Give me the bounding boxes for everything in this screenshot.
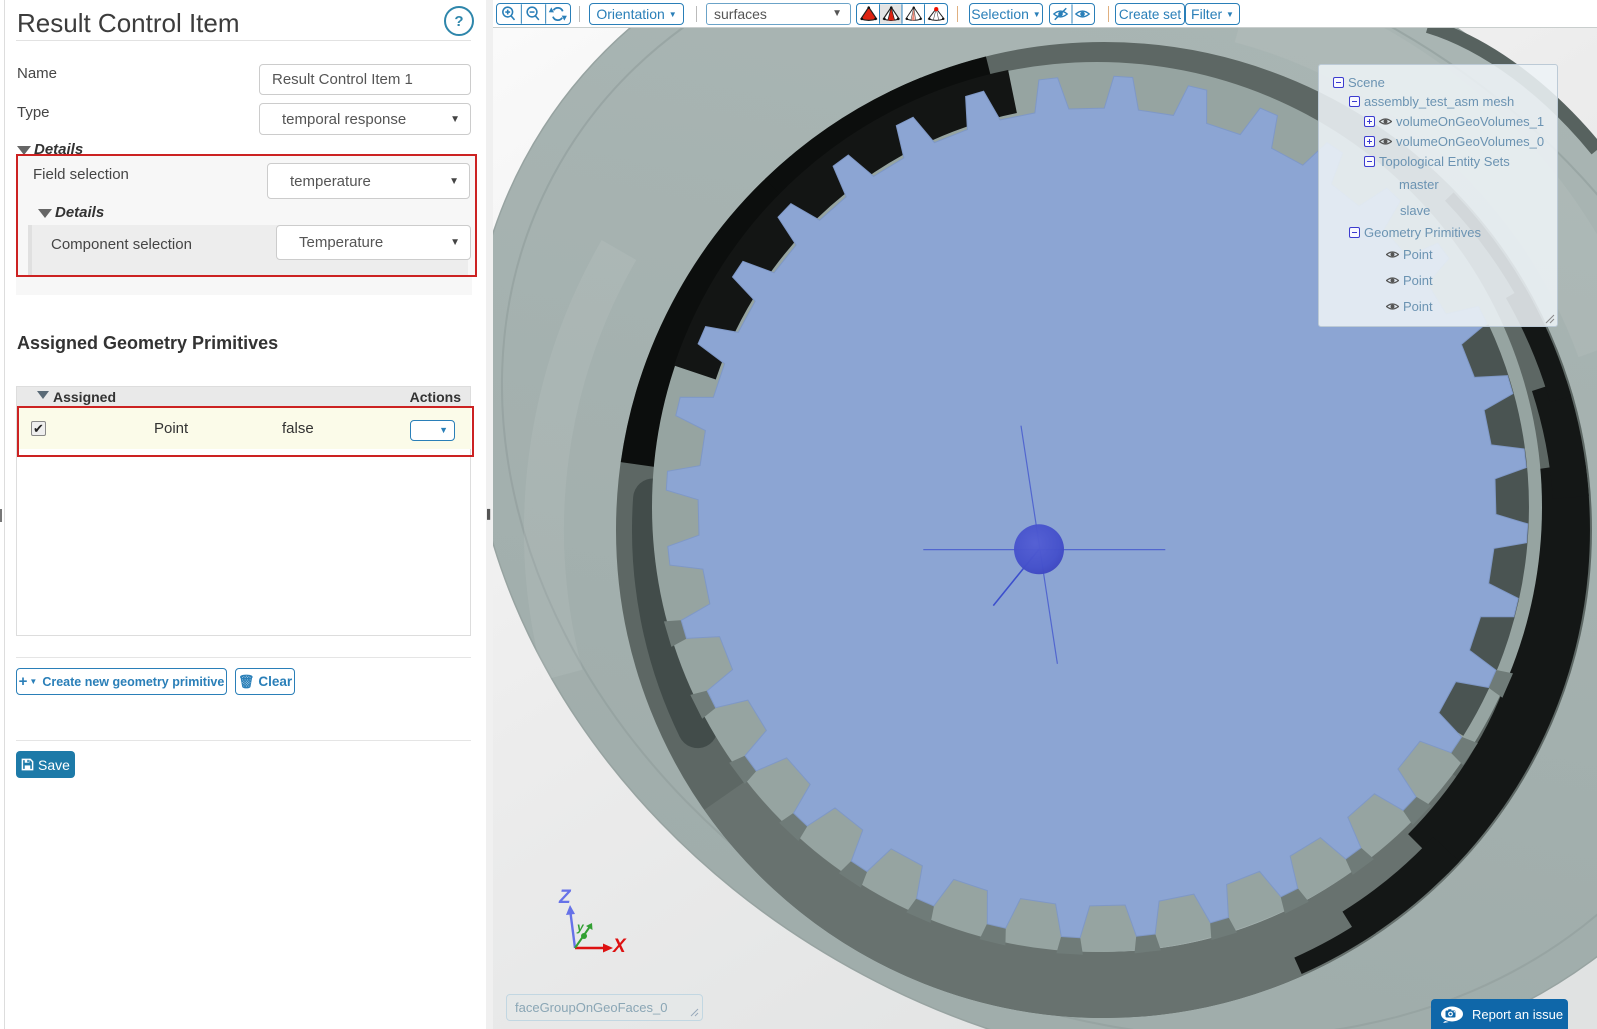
svg-text:y: y — [576, 920, 585, 934]
svg-text:X: X — [612, 936, 627, 957]
svg-text:Z: Z — [558, 887, 572, 908]
